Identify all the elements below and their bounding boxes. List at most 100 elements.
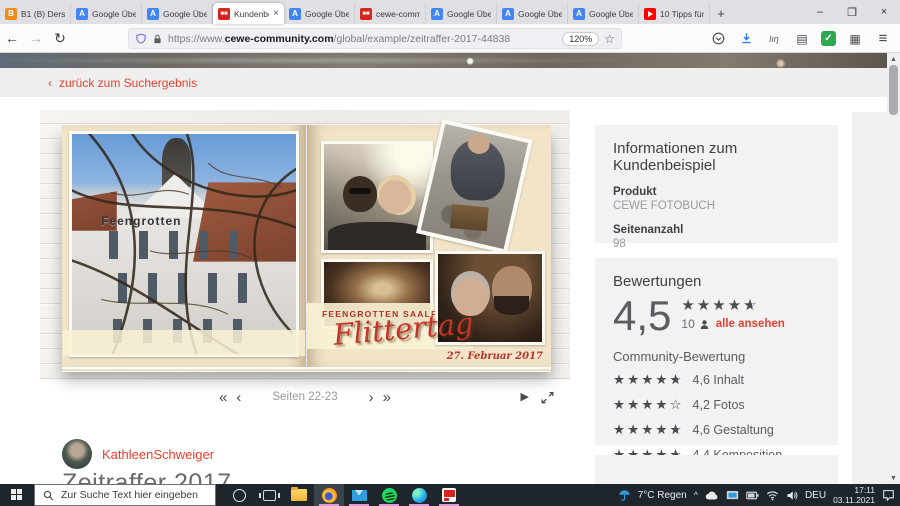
notification-center-icon[interactable] [882,489,895,501]
taskbar-firefox-icon[interactable] [314,484,344,506]
author-name-link[interactable]: KathleenSchweiger [102,447,214,462]
shield-icon[interactable] [135,33,147,45]
taskbar-apps [224,484,464,506]
window-controls: – ❐ × [804,0,900,24]
taskbar-explorer-icon[interactable] [284,484,314,506]
tab-label: Google Übersetz [518,9,562,19]
translate-icon: A [502,8,514,20]
fullscreen-icon[interactable] [541,391,554,404]
browser-tab[interactable]: 10 Tipps für ein [639,3,710,24]
star-icon: ☆★ [743,296,758,314]
bookmark-star-icon[interactable]: ☆ [604,32,615,46]
browser-tab[interactable]: BB1 (B) Ders2: Öd [0,3,71,24]
onedrive-cloud-icon[interactable] [705,490,719,501]
edge-icon [412,488,427,503]
browser-tab[interactable]: A Google Übersetz [497,3,568,24]
reload-icon[interactable]: ↻ [48,27,72,49]
url-text[interactable]: https://www.cewe-community.com/global/ex… [168,33,557,45]
slideshow-play-icon[interactable]: ▶ [521,392,529,403]
reader-icon[interactable]: ▤ [793,30,811,48]
product-value: CEWE FOTOBUCH [613,200,820,212]
scroll-down-icon[interactable]: ▼ [887,472,900,484]
photobook-viewer[interactable]: Feengrotten [40,110,570,380]
start-button[interactable] [0,484,34,506]
hidden-icons-chevron[interactable]: ^ [694,490,698,500]
taskbar-search[interactable]: Zur Suche Text hier eingeben [34,484,216,506]
taskbar-edge-icon[interactable] [404,484,434,506]
taskbar-mail-icon[interactable] [344,484,374,506]
star-icon: ★ [641,372,655,388]
language-indicator[interactable]: DEU [805,490,826,501]
windows-logo-icon [11,489,23,501]
clock-time: 17:11 [833,485,875,495]
forward-icon[interactable]: → [24,27,48,49]
browser-tab[interactable]: AGoogle Übersetz [142,3,213,24]
author-avatar[interactable] [62,439,92,469]
info-card-title: Informationen zum Kundenbeispiel [613,140,820,174]
community-rating-row: ★★★★☆★4,6 Gestaltung [613,421,820,439]
clock[interactable]: 17:11 03.11.2021 [833,485,875,505]
windows-taskbar: Zur Suche Text hier eingeben 7°C Regen ^… [0,484,900,506]
browser-tab[interactable]: AGoogle Übersetz [568,3,639,24]
zoom-level-badge[interactable]: 120% [562,32,599,46]
tree-branches-overlay [72,134,296,354]
translate-icon: A [573,8,585,20]
wifi-icon[interactable] [766,490,779,501]
info-card: Informationen zum Kundenbeispiel Produkt… [595,125,838,243]
book-date: 27. Februar 2017 [447,351,543,362]
lock-icon[interactable] [152,33,163,45]
view-all-ratings-link[interactable]: alle ansehen [716,318,785,330]
last-page-icon[interactable]: » [383,390,391,405]
display-icon[interactable] [726,490,739,501]
first-page-icon[interactable]: « [219,390,227,405]
restore-button[interactable]: ❐ [836,0,868,24]
rating-text: 4,6 Inhalt [693,373,744,387]
url-bar[interactable]: https://www.cewe-community.com/global/ex… [128,28,622,49]
weather-text[interactable]: 7°C Regen [638,490,687,501]
browser-tab[interactable]: AGoogle Übersetz [426,3,497,24]
taskbar-photos-icon[interactable] [434,484,464,506]
battery-icon[interactable] [746,491,759,500]
taskbar-cortana-icon[interactable] [224,484,254,506]
check-extension-icon[interactable]: ✓ [821,31,836,46]
browser-tab[interactable]: AGoogle Übersetz [71,3,142,24]
menu-icon[interactable]: ≡ [874,30,892,48]
star-icon: ☆★ [669,372,683,388]
prev-page-icon[interactable]: ‹ [236,390,241,405]
tab-label: Kundenbeispi [234,9,269,19]
page-navigation: « ‹ Seiten 22-23 › » ▶ [40,385,570,409]
taskview-icon [263,490,276,501]
back-icon[interactable]: ← [0,27,24,49]
community-rating-row: ★★★★☆4,2 Fotos [613,396,820,414]
taskbar-taskview-icon[interactable] [254,484,284,506]
browser-navbar: ← → ↻ https://www.cewe-community.com/glo… [0,24,900,53]
star-icon: ★ [728,296,743,314]
browser-tab[interactable]: AGoogle Übersetz [284,3,355,24]
translate-icon: A [431,8,443,20]
tab-close-icon[interactable]: × [273,8,279,19]
pocket-icon[interactable] [709,30,727,48]
close-button[interactable]: × [868,0,900,24]
volume-icon[interactable] [786,490,798,501]
browser-tab[interactable]: ■■Kundenbeispi× [213,3,284,24]
star-icon: ☆★ [669,422,683,438]
scroll-up-icon[interactable]: ▲ [887,53,900,65]
weather-umbrella-icon[interactable] [618,489,631,502]
back-to-results-link[interactable]: ‹ zurück zum Suchergebnis [48,76,197,90]
photos-icon [442,488,456,502]
youtube-icon [644,8,656,20]
next-page-icon[interactable]: › [369,390,374,405]
minimize-button[interactable]: – [804,0,836,24]
star-icon: ☆ [669,397,683,413]
vertical-scrollbar[interactable]: ▲ ▼ [887,53,900,484]
star-icon: ★ [641,422,655,438]
download-icon[interactable] [737,30,755,48]
browser-tab[interactable]: ■■cewe-communit [355,3,426,24]
lin-extension-icon[interactable]: lıη [765,30,783,48]
grid-extension-icon[interactable]: ▦ [846,30,864,48]
rating-text: 4,6 Gestaltung [693,423,774,437]
new-tab-button[interactable]: + [710,3,732,24]
taskbar-spotify-icon[interactable] [374,484,404,506]
star-icon: ★ [613,422,627,438]
scrollbar-thumb[interactable] [889,65,898,115]
